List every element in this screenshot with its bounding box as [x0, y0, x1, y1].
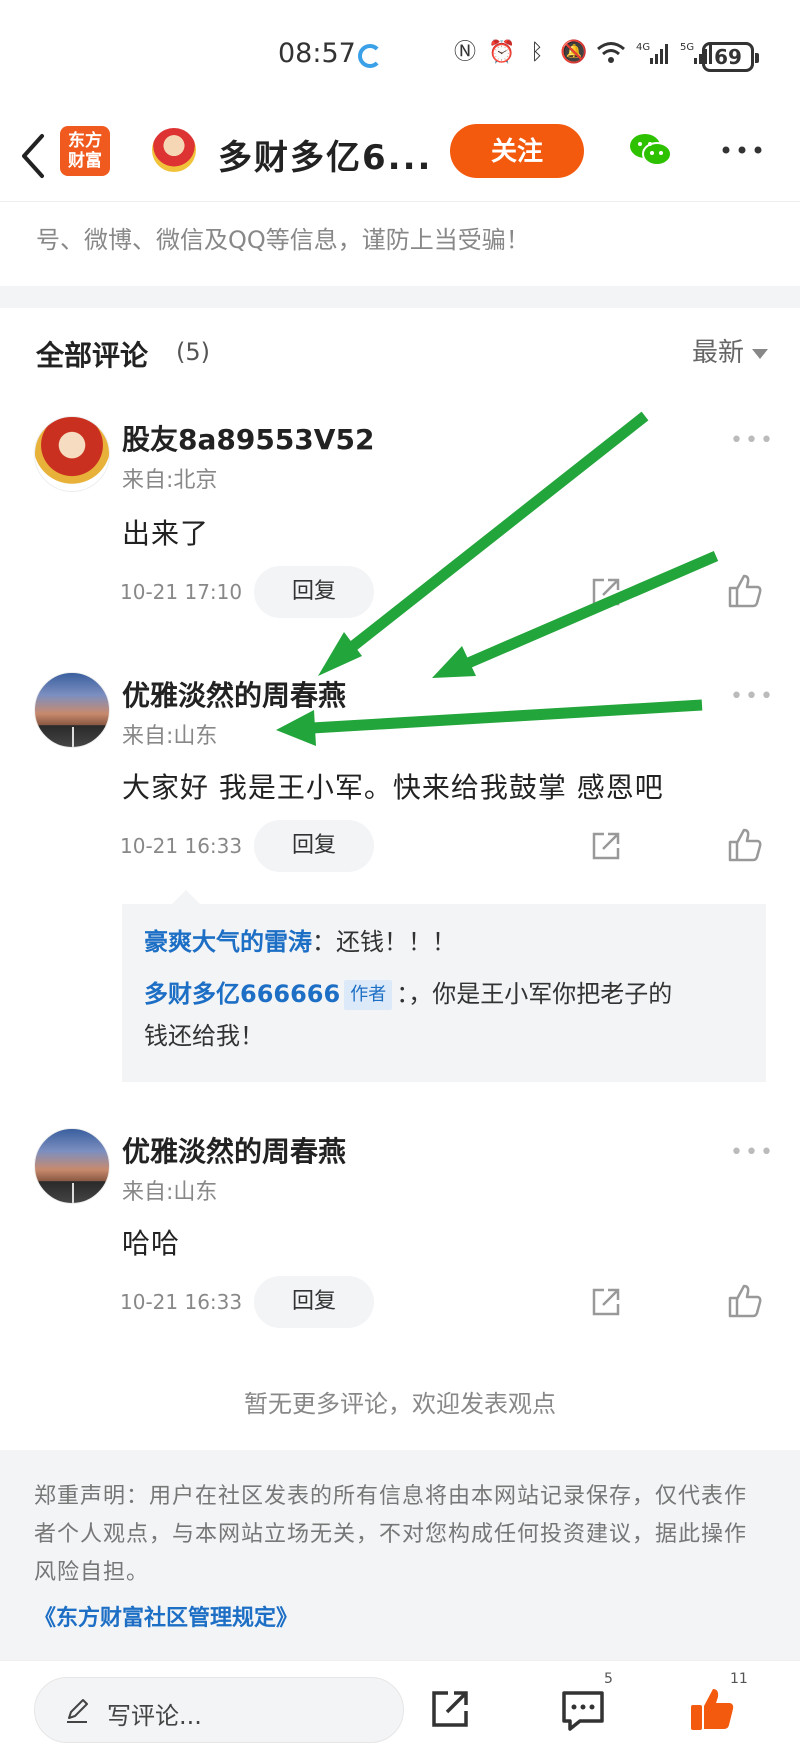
comment-location: 来自:山东 [122, 724, 218, 749]
comment-time: 10-21 16:33 [120, 834, 243, 858]
comments-title: 全部评论 [36, 339, 149, 372]
alarm-icon: ⏰ [488, 40, 516, 65]
reply-text: ：还钱！！！ [312, 928, 456, 956]
like-icon[interactable] [726, 1282, 764, 1320]
sync-icon [358, 44, 382, 68]
comment-username[interactable]: 优雅淡然的周春燕 [122, 1130, 346, 1170]
comment-count-badge: 5 [604, 1671, 613, 1687]
comment-location: 来自:山东 [122, 1180, 218, 1205]
reply-username[interactable]: 豪爽大气的雷涛 [144, 928, 312, 956]
reply-text-continued: 钱还给我！ [144, 1022, 264, 1050]
disclaimer-panel: 郑重声明：用户在社区发表的所有信息将由本网站记录保存，仅代表作者个人观点，与本网… [0, 1450, 800, 1660]
share-icon[interactable] [588, 1284, 624, 1320]
like-icon[interactable] [726, 572, 764, 610]
comment-body: 大家好 我是王小军。快来给我鼓掌 感恩吧 [122, 771, 664, 804]
mute-icon: 🔕 [560, 40, 588, 65]
sort-label: 最新 [691, 338, 744, 368]
comment-username[interactable]: 优雅淡然的周春燕 [122, 674, 346, 714]
warning-notice: ▔▔▔▔▔▔▔▔▔▔▔▔▔▔▔▔▔▔▔▔▔▔ 号、微博、微信及QQ等信息，谨防上… [0, 202, 800, 286]
status-icons: Ⓝ ⏰ ᛒ 🔕 4G 5G [452, 40, 714, 66]
notice-text: 号、微博、微信及QQ等信息，谨防上当受骗！ [36, 226, 530, 254]
community-rules-link[interactable]: 《东方财富社区管理规定》 [34, 1600, 298, 1632]
wechat-icon[interactable] [628, 130, 674, 170]
comment-more-icon[interactable]: ••• [730, 428, 775, 453]
reply-item[interactable]: 豪爽大气的雷涛：还钱！！！ [144, 922, 456, 957]
no-more-comments: 暂无更多评论，欢迎发表观点 [244, 1390, 556, 1418]
reply-button[interactable]: 回复 [254, 820, 374, 872]
follow-button[interactable]: 关注 [450, 124, 584, 178]
signal-4g-icon: 4G [636, 42, 668, 64]
wifi-icon [597, 42, 625, 63]
app-logo[interactable]: 东方 财富 [60, 126, 110, 176]
comment-item: 优雅淡然的周春燕 来自:山东 ••• 哈哈 10-21 16:33 回复 [0, 1104, 800, 1374]
battery-indicator: 69 [702, 42, 759, 72]
author-avatar[interactable] [152, 128, 196, 172]
user-avatar[interactable] [34, 672, 110, 748]
status-time: 08:57 [278, 38, 356, 69]
pen-icon [67, 1699, 88, 1723]
top-header: 东方 财富 多财多亿6... 关注 [0, 110, 800, 202]
comment-username[interactable]: 股友8a89553V52 [122, 418, 374, 458]
like-icon[interactable] [726, 826, 764, 864]
share-icon[interactable] [588, 828, 624, 864]
comments-count: (5) [176, 338, 210, 366]
chevron-down-icon [752, 348, 768, 359]
back-button[interactable] [14, 128, 54, 184]
comment-body: 出来了 [122, 517, 210, 550]
comment-item: 股友8a89553V52 来自:北京 ••• 出来了 10-21 17:10 回… [0, 388, 800, 648]
comment-body: 哈哈 [122, 1227, 181, 1260]
notice-cut-line: ▔▔▔▔▔▔▔▔▔▔▔▔▔▔▔▔▔▔▔▔▔▔ [36, 202, 442, 212]
user-avatar[interactable] [34, 1128, 110, 1204]
author-tag: 作者 [344, 980, 393, 1010]
comment-more-icon[interactable]: ••• [730, 684, 775, 709]
svg-text:4G: 4G [636, 42, 650, 53]
comment-icon[interactable] [560, 1689, 606, 1733]
share-icon[interactable] [588, 574, 624, 610]
status-bar: 08:57 Ⓝ ⏰ ᛒ 🔕 4G 5G 69 [0, 0, 800, 110]
reply-text: ：，你是王小军你把老子的 [396, 980, 673, 1008]
user-avatar[interactable] [34, 416, 110, 492]
nfc-icon: Ⓝ [453, 40, 476, 65]
reply-button[interactable]: 回复 [254, 566, 374, 618]
more-options-icon[interactable] [720, 140, 764, 160]
sort-dropdown[interactable]: 最新 [692, 332, 768, 369]
reply-username[interactable]: 多财多亿666666 [144, 980, 340, 1008]
reply-item[interactable]: 多财多亿666666 作者 ：，你是王小军你把老子的 [144, 974, 672, 1010]
section-divider [0, 286, 800, 308]
comment-time: 10-21 16:33 [120, 1290, 243, 1314]
comment-time: 10-21 17:10 [120, 580, 243, 604]
comments-header: 全部评论 (5) 最新 [0, 308, 800, 388]
bluetooth-icon: ᛒ [530, 40, 544, 65]
share-icon[interactable] [428, 1687, 472, 1731]
author-title[interactable]: 多财多亿6... [218, 130, 432, 179]
write-comment-input[interactable]: 写评论... [34, 1677, 404, 1743]
thumbs-up-icon[interactable] [688, 1685, 736, 1733]
reply-button[interactable]: 回复 [254, 1276, 374, 1328]
like-count-badge: 11 [730, 1671, 748, 1687]
comment-more-icon[interactable]: ••• [730, 1140, 775, 1165]
disclaimer-text: 郑重声明：用户在社区发表的所有信息将由本网站记录保存，仅代表作者个人观点，与本网… [34, 1484, 748, 1585]
svg-text:5G: 5G [680, 42, 694, 53]
reply-thread: 豪爽大气的雷涛：还钱！！！ 多财多亿666666 作者 ：，你是王小军你把老子的 钱… [122, 890, 766, 1082]
input-placeholder: 写评论... [107, 1702, 202, 1730]
comment-location: 来自:北京 [122, 468, 218, 493]
bottom-bar: 写评论... 5 11 [0, 1660, 800, 1760]
